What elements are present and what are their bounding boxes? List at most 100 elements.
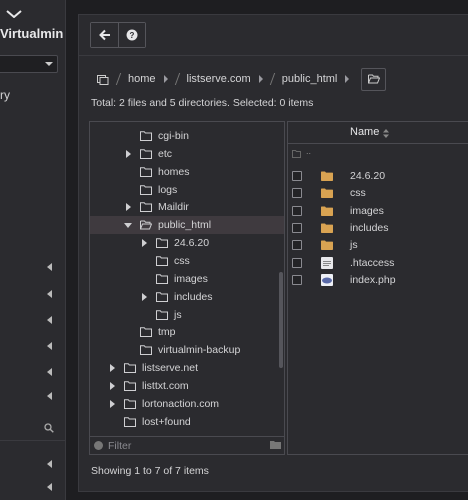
file-name: css (350, 187, 366, 200)
folder-outline-icon (292, 150, 301, 158)
file-row[interactable]: .htaccess (288, 255, 468, 272)
sidebar: Virtualmin ry (0, 0, 66, 500)
caret-left-icon[interactable] (47, 263, 52, 271)
caret-left-icon[interactable] (47, 392, 52, 400)
column-name-header[interactable]: Name (350, 126, 379, 138)
tree-scrollbar[interactable] (279, 272, 283, 368)
tree-item[interactable]: public_html (90, 216, 284, 235)
row-checkbox[interactable] (292, 205, 302, 216)
folder-icon (140, 166, 152, 177)
file-manager: ? home listserve.com public_html Total: … (78, 14, 468, 492)
caret-right-icon[interactable] (126, 149, 131, 158)
breadcrumb-separator (174, 73, 180, 85)
tree-item[interactable]: Maildir (90, 198, 284, 216)
tree-item[interactable]: css (90, 252, 284, 270)
tree-item-label: images (174, 272, 208, 285)
file-name: js (350, 239, 358, 252)
caret-right-icon[interactable] (126, 203, 131, 212)
caret-left-icon[interactable] (47, 316, 52, 324)
caret-left-icon[interactable] (47, 342, 52, 350)
breadcrumb-public-html[interactable]: public_html (282, 73, 338, 85)
folder-icon (156, 291, 168, 302)
pagination-info: Showing 1 to 7 of 7 items (91, 465, 209, 477)
caret-left-icon[interactable] (47, 290, 52, 298)
tree-item[interactable]: lost+found (90, 413, 284, 431)
caret-right-icon[interactable] (110, 381, 115, 390)
breadcrumb-separator (115, 73, 122, 85)
file-row[interactable]: images (288, 203, 468, 220)
caret-right-icon[interactable] (142, 239, 147, 248)
breadcrumb-domain[interactable]: listserve.com (187, 73, 251, 85)
tree-item[interactable]: homes (90, 163, 284, 181)
row-checkbox[interactable] (292, 188, 302, 199)
tree-filter (90, 436, 284, 454)
folder-icon (124, 363, 136, 374)
tree-item[interactable]: includes (90, 288, 284, 306)
caret-right-icon (345, 75, 350, 83)
question-circle-icon: ? (126, 29, 138, 41)
sort-icon[interactable] (383, 129, 389, 138)
caret-right-icon (258, 75, 263, 83)
caret-left-icon[interactable] (47, 483, 52, 491)
sidebar-menu-label[interactable]: ry (0, 88, 10, 102)
folder-icon (321, 206, 333, 216)
folder-icon (140, 202, 152, 213)
clear-filter-icon[interactable] (94, 441, 103, 450)
folder-icon (321, 223, 333, 233)
folder-icon (140, 149, 152, 159)
breadcrumb-home[interactable]: home (128, 73, 156, 85)
tree-item[interactable]: etc (90, 145, 284, 163)
filter-input[interactable] (108, 438, 258, 453)
tree-item-label: logs (158, 183, 178, 196)
parent-directory-row[interactable]: .. (288, 146, 468, 163)
folder-icon[interactable] (270, 440, 281, 449)
sidebar-divider (0, 440, 66, 441)
caret-left-icon[interactable] (47, 368, 52, 376)
row-checkbox[interactable] (292, 171, 302, 181)
tree-item[interactable]: listtxt.com (90, 377, 284, 395)
tree-item[interactable]: images (90, 270, 284, 288)
caret-down-icon[interactable] (124, 223, 132, 229)
tree-item[interactable]: cgi-bin (90, 127, 284, 145)
tree-item[interactable]: logs (90, 181, 284, 199)
tree-item[interactable]: virtualmin-backup (90, 341, 284, 359)
file-name: includes (350, 221, 389, 234)
root-folder-icon[interactable] (97, 74, 109, 85)
file-row[interactable]: js (288, 237, 468, 254)
tree-item[interactable]: tmp (90, 323, 284, 341)
folder-icon (124, 416, 136, 427)
file-row[interactable]: index.php (288, 272, 468, 289)
caret-left-icon[interactable] (47, 460, 52, 468)
tree-item[interactable]: listserve.net (90, 359, 284, 377)
row-checkbox[interactable] (292, 222, 302, 233)
tree-item-label: tmp (158, 326, 176, 339)
folder-icon (140, 131, 152, 141)
tree-item[interactable]: js (90, 306, 284, 324)
current-folder-button[interactable] (361, 67, 387, 91)
back-button[interactable] (91, 23, 118, 47)
tree-item-label: homes (158, 165, 190, 178)
directory-tree[interactable]: cgi-bin etc homes logs Maildir public_html 24.… (89, 121, 285, 455)
caret-right-icon[interactable] (110, 364, 115, 373)
tree-item[interactable]: 24.6.20 (90, 234, 284, 252)
caret-right-icon[interactable] (110, 399, 115, 408)
row-checkbox[interactable] (292, 257, 302, 268)
row-checkbox[interactable] (292, 274, 302, 285)
breadcrumb: home listserve.com public_html (97, 67, 387, 91)
folder-icon (156, 274, 168, 284)
folder-icon (156, 256, 168, 266)
toolbar-divider (79, 55, 468, 56)
tree-item[interactable]: lortonaction.com (90, 395, 284, 413)
row-checkbox[interactable] (292, 240, 302, 251)
text-file-icon (321, 256, 333, 269)
file-row[interactable]: includes (288, 220, 468, 237)
folder-open-icon (140, 220, 152, 230)
caret-right-icon[interactable] (142, 292, 147, 301)
folder-icon (124, 399, 136, 409)
help-button[interactable]: ? (118, 23, 145, 47)
file-row[interactable]: 24.6.20 (288, 168, 468, 185)
file-row[interactable]: css (288, 185, 468, 202)
search-icon[interactable] (44, 423, 54, 433)
domain-select[interactable] (0, 55, 58, 73)
chevron-down-icon[interactable] (6, 10, 22, 18)
